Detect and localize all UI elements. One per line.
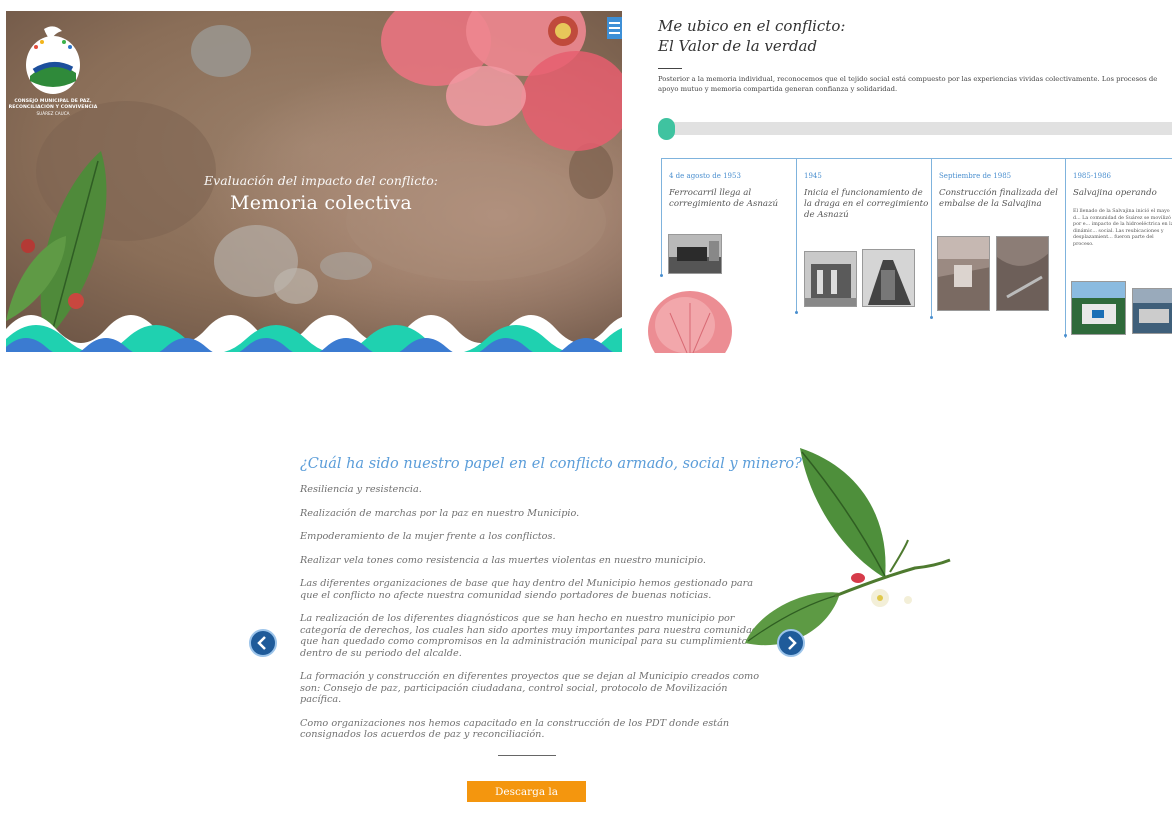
event-description: El llenado de la Salvajina inició el may… [1073,209,1172,247]
list-item: Resiliencia y resistencia. [300,484,422,495]
list-item: Como organizaciones nos hemos capacitado… [300,717,730,741]
dredge-photo[interactable] [862,249,915,307]
timeline-marker [930,316,933,319]
hamburger-icon [609,22,620,25]
hamburger-icon-bar [609,26,620,29]
event-date: 1945 [804,172,822,180]
dam-construction-photo[interactable] [996,236,1049,311]
timeline-title: Me ubico en el conflicto: El Valor de la… [658,17,846,55]
next-button[interactable] [777,629,805,657]
list-item: Empoderamiento de la mujer frente a los … [300,531,556,542]
event-date: 4 de agosto de 1953 [669,172,741,180]
role-list: Resiliencia y resistencia. Realización d… [300,484,762,753]
hero-title: Memoria colectiva [230,192,412,214]
hydroelectric-photo[interactable] [1132,288,1172,334]
timeline-scroll-handle[interactable] [658,118,675,140]
list-item: Realizar vela tones como resistencia a l… [300,554,706,566]
list-item: Realización de marchas por la paz en nue… [300,507,580,519]
org-location: SUÁREZ CAUCA [36,110,70,116]
timeline-section: Me ubico en el conflicto: El Valor de la… [645,8,1172,353]
railway-photo[interactable] [668,234,722,274]
hamburger-icon-bar [609,31,620,34]
event-date: 1985-1986 [1073,172,1111,180]
section-divider [498,755,556,756]
event-text: Ferrocarril llega al corregimiento de As… [669,188,779,209]
org-name: CONSEJO MUNICIPAL DE PAZ, RECONCILIACIÓN… [8,99,98,110]
timeline-marker [795,311,798,314]
hero-banner: CONSEJO MUNICIPAL DE PAZ, RECONCILIACIÓN… [6,11,622,352]
timeline-marker [1064,334,1067,337]
title-divider [658,68,682,69]
list-item: Las diferentes organizaciones de base qu… [300,578,754,601]
previous-button[interactable] [249,629,277,657]
menu-button[interactable] [607,17,622,39]
chevron-right-icon [788,636,797,650]
role-question-heading: ¿Cuál ha sido nuestro papel en el confli… [300,456,802,472]
download-logbook-button[interactable]: Descarga la bitácora [467,781,586,819]
chevron-left-icon [257,636,266,650]
timeline-intro: Posterior a la memoria individual, recon… [658,75,1158,93]
hero-subtitle: Evaluación del impacto del conflicto: [204,173,438,188]
list-item: La formación y construcción en diferente… [300,671,760,705]
dove-emblem-icon [26,26,80,94]
event-text: Construcción finalizada del embalse de l… [939,188,1058,209]
hero-caption: Evaluación del impacto del conflicto: Me… [166,173,476,214]
hydroelectric-photo[interactable] [1071,281,1126,335]
list-item: La realización de los diferentes diagnós… [300,613,762,659]
timeline-scrollbar[interactable] [662,122,1172,135]
dredge-photo[interactable] [804,251,857,307]
event-date: Septiembre de 1985 [939,172,1012,180]
dam-construction-photo[interactable] [937,236,990,311]
event-text: Salvajina operando [1073,188,1157,198]
timeline-marker [660,274,663,277]
flower-illustration [648,291,732,353]
event-text: Inicia el funcionamiento de la draga en … [804,188,929,220]
leaf-illustration [745,448,951,646]
org-logo[interactable]: CONSEJO MUNICIPAL DE PAZ, RECONCILIACIÓN… [9,21,97,116]
